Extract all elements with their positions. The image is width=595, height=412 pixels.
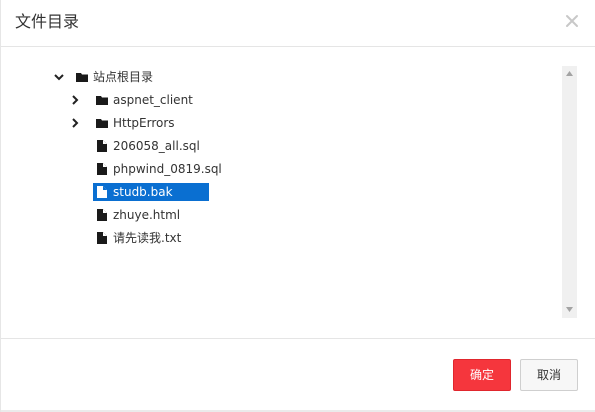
cancel-button[interactable]: 取消 [520, 359, 578, 391]
tree-scrollbar[interactable] [562, 66, 577, 318]
tree-item-label: studb.bak [113, 185, 173, 199]
folder-icon [96, 93, 108, 107]
tree-item-label: zhuye.html [113, 208, 181, 222]
file-icon [96, 139, 108, 153]
tree-item-label: 206058_all.sql [113, 139, 200, 153]
confirm-button[interactable]: 确定 [453, 359, 511, 391]
tree-item-label: HttpErrors [113, 116, 175, 130]
tree-item-file[interactable]: phpwind_0819.sql [96, 160, 222, 178]
folder-icon [96, 116, 108, 130]
tree-item-file-selected[interactable]: studb.bak [93, 183, 209, 201]
file-directory-dialog: 文件目录 站点根目录 aspnet_client HttpErrors 2060… [0, 0, 595, 412]
dialog-footer: 确定 取消 [1, 338, 595, 412]
dialog-title: 文件目录 [15, 12, 80, 31]
file-icon [96, 162, 108, 176]
chevron-right-icon[interactable] [69, 117, 81, 129]
close-icon[interactable] [563, 12, 581, 30]
file-icon [96, 185, 108, 199]
tree-item-label: phpwind_0819.sql [113, 162, 222, 176]
tree-item-label: aspnet_client [113, 93, 193, 107]
tree-item-file[interactable]: 206058_all.sql [96, 137, 200, 155]
tree-item-label: 请先读我.txt [113, 231, 182, 245]
file-tree: 站点根目录 aspnet_client HttpErrors 206058_al… [41, 66, 563, 318]
chevron-down-icon[interactable] [53, 71, 65, 83]
tree-item-folder[interactable]: aspnet_client [41, 91, 193, 109]
scroll-up-arrow-icon[interactable] [562, 66, 577, 81]
dialog-body: 站点根目录 aspnet_client HttpErrors 206058_al… [1, 47, 595, 338]
file-icon [96, 231, 108, 245]
tree-root-label: 站点根目录 [93, 70, 154, 84]
tree-item-file[interactable]: 请先读我.txt [96, 229, 181, 247]
file-icon [96, 208, 108, 222]
tree-item-folder[interactable]: HttpErrors [41, 114, 175, 132]
folder-icon [76, 70, 88, 84]
scroll-down-arrow-icon[interactable] [562, 303, 577, 318]
dialog-header: 文件目录 [1, 0, 595, 47]
tree-root[interactable]: 站点根目录 [41, 68, 153, 86]
chevron-right-icon[interactable] [69, 94, 81, 106]
tree-item-file[interactable]: zhuye.html [96, 206, 180, 224]
